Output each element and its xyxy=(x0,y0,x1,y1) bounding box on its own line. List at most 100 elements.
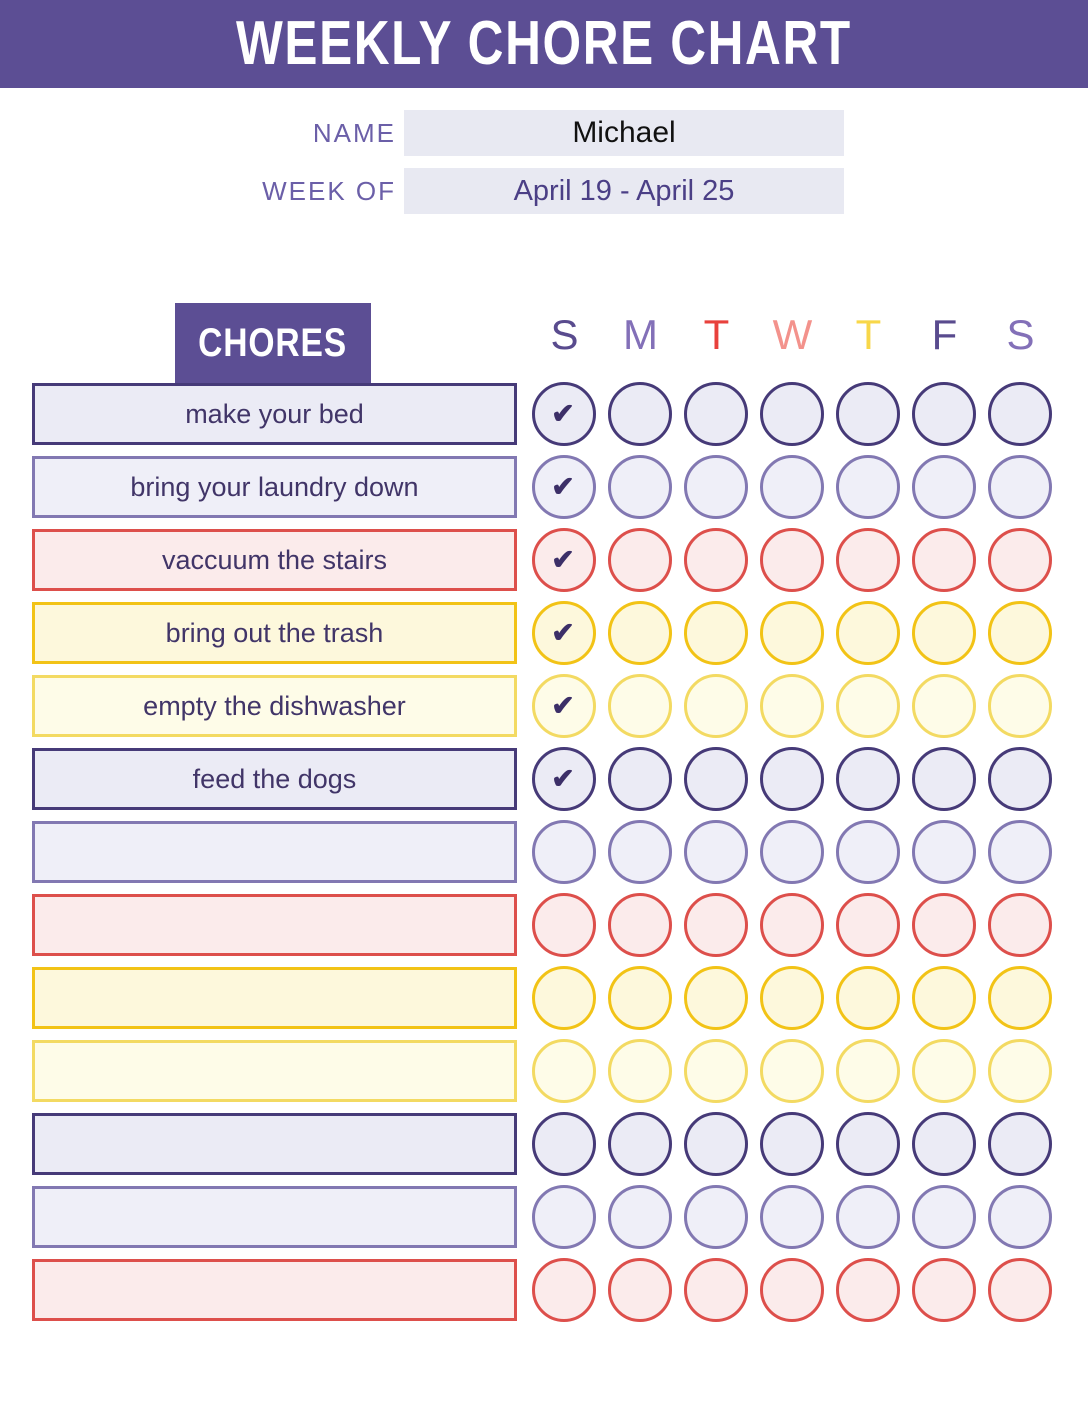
day-checkbox-circle[interactable]: ✔ xyxy=(988,674,1052,738)
day-checkbox-circle[interactable]: ✔ xyxy=(836,893,900,957)
day-checkbox-circle[interactable]: ✔ xyxy=(988,966,1052,1030)
day-checkbox-circle[interactable]: ✔ xyxy=(684,382,748,446)
day-checkbox-circle[interactable]: ✔ xyxy=(912,893,976,957)
day-checkbox-circle[interactable]: ✔ xyxy=(760,1258,824,1322)
day-checkbox-circle[interactable]: ✔ xyxy=(912,382,976,446)
chore-label-box[interactable] xyxy=(32,1113,517,1175)
day-checkbox-circle[interactable]: ✔ xyxy=(532,820,596,884)
day-checkbox-circle[interactable]: ✔ xyxy=(532,455,596,519)
day-checkbox-circle[interactable]: ✔ xyxy=(760,528,824,592)
chore-label-box[interactable] xyxy=(32,821,517,883)
chore-label-box[interactable]: empty the dishwasher xyxy=(32,675,517,737)
week-of-field[interactable]: April 19 - April 25 xyxy=(404,168,844,214)
day-checkbox-circle[interactable]: ✔ xyxy=(532,893,596,957)
day-checkbox-circle[interactable]: ✔ xyxy=(684,1258,748,1322)
day-checkbox-circle[interactable]: ✔ xyxy=(760,966,824,1030)
day-checkbox-circle[interactable]: ✔ xyxy=(988,1112,1052,1176)
day-checkbox-circle[interactable]: ✔ xyxy=(760,747,824,811)
day-checkbox-circle[interactable]: ✔ xyxy=(532,382,596,446)
day-checkbox-circle[interactable]: ✔ xyxy=(760,820,824,884)
chore-label-box[interactable]: feed the dogs xyxy=(32,748,517,810)
day-checkbox-circle[interactable]: ✔ xyxy=(608,455,672,519)
day-checkbox-circle[interactable]: ✔ xyxy=(608,601,672,665)
day-checkbox-circle[interactable]: ✔ xyxy=(836,455,900,519)
day-checkbox-circle[interactable]: ✔ xyxy=(532,528,596,592)
day-checkbox-circle[interactable]: ✔ xyxy=(608,1258,672,1322)
day-checkbox-circle[interactable]: ✔ xyxy=(684,820,748,884)
day-checkbox-circle[interactable]: ✔ xyxy=(760,601,824,665)
day-checkbox-circle[interactable]: ✔ xyxy=(608,382,672,446)
day-checkbox-circle[interactable]: ✔ xyxy=(684,528,748,592)
day-checkbox-circle[interactable]: ✔ xyxy=(988,893,1052,957)
day-checkbox-circle[interactable]: ✔ xyxy=(988,382,1052,446)
day-checkbox-circle[interactable]: ✔ xyxy=(532,674,596,738)
day-checkbox-circle[interactable]: ✔ xyxy=(684,674,748,738)
day-checkbox-circle[interactable]: ✔ xyxy=(836,1039,900,1103)
day-checkbox-circle[interactable]: ✔ xyxy=(608,966,672,1030)
day-checkbox-circle[interactable]: ✔ xyxy=(988,601,1052,665)
day-checkbox-circle[interactable]: ✔ xyxy=(836,1258,900,1322)
day-checkbox-circle[interactable]: ✔ xyxy=(684,747,748,811)
day-checkbox-circle[interactable]: ✔ xyxy=(684,1112,748,1176)
day-checkbox-circle[interactable]: ✔ xyxy=(836,747,900,811)
day-checkbox-circle[interactable]: ✔ xyxy=(912,601,976,665)
day-checkbox-circle[interactable]: ✔ xyxy=(912,1112,976,1176)
day-checkbox-circle[interactable]: ✔ xyxy=(532,1185,596,1249)
day-checkbox-circle[interactable]: ✔ xyxy=(608,674,672,738)
day-checkbox-circle[interactable]: ✔ xyxy=(912,966,976,1030)
day-checkbox-circle[interactable]: ✔ xyxy=(912,820,976,884)
day-checkbox-circle[interactable]: ✔ xyxy=(760,1112,824,1176)
day-checkbox-circle[interactable]: ✔ xyxy=(836,1112,900,1176)
day-checkbox-circle[interactable]: ✔ xyxy=(912,1039,976,1103)
day-checkbox-circle[interactable]: ✔ xyxy=(608,1112,672,1176)
day-checkbox-circle[interactable]: ✔ xyxy=(760,893,824,957)
day-checkbox-circle[interactable]: ✔ xyxy=(532,1039,596,1103)
day-checkbox-circle[interactable]: ✔ xyxy=(988,528,1052,592)
day-checkbox-circle[interactable]: ✔ xyxy=(912,528,976,592)
day-checkbox-circle[interactable]: ✔ xyxy=(760,382,824,446)
day-checkbox-circle[interactable]: ✔ xyxy=(836,601,900,665)
day-checkbox-circle[interactable]: ✔ xyxy=(760,455,824,519)
day-checkbox-circle[interactable]: ✔ xyxy=(988,1258,1052,1322)
day-checkbox-circle[interactable]: ✔ xyxy=(684,1185,748,1249)
chore-label-box[interactable]: vaccuum the stairs xyxy=(32,529,517,591)
day-checkbox-circle[interactable]: ✔ xyxy=(912,1185,976,1249)
day-checkbox-circle[interactable]: ✔ xyxy=(532,1112,596,1176)
day-checkbox-circle[interactable]: ✔ xyxy=(912,674,976,738)
chore-label-box[interactable] xyxy=(32,967,517,1029)
day-checkbox-circle[interactable]: ✔ xyxy=(988,747,1052,811)
day-checkbox-circle[interactable]: ✔ xyxy=(760,1039,824,1103)
chore-label-box[interactable] xyxy=(32,1259,517,1321)
chore-label-box[interactable] xyxy=(32,1040,517,1102)
day-checkbox-circle[interactable]: ✔ xyxy=(608,528,672,592)
day-checkbox-circle[interactable]: ✔ xyxy=(912,455,976,519)
day-checkbox-circle[interactable]: ✔ xyxy=(608,747,672,811)
day-checkbox-circle[interactable]: ✔ xyxy=(684,893,748,957)
chore-label-box[interactable]: make your bed xyxy=(32,383,517,445)
day-checkbox-circle[interactable]: ✔ xyxy=(684,601,748,665)
day-checkbox-circle[interactable]: ✔ xyxy=(836,820,900,884)
day-checkbox-circle[interactable]: ✔ xyxy=(988,820,1052,884)
day-checkbox-circle[interactable]: ✔ xyxy=(684,455,748,519)
day-checkbox-circle[interactable]: ✔ xyxy=(988,1185,1052,1249)
day-checkbox-circle[interactable]: ✔ xyxy=(608,893,672,957)
day-checkbox-circle[interactable]: ✔ xyxy=(684,1039,748,1103)
day-checkbox-circle[interactable]: ✔ xyxy=(760,1185,824,1249)
day-checkbox-circle[interactable]: ✔ xyxy=(836,528,900,592)
chore-label-box[interactable]: bring your laundry down xyxy=(32,456,517,518)
day-checkbox-circle[interactable]: ✔ xyxy=(532,1258,596,1322)
chore-label-box[interactable]: bring out the trash xyxy=(32,602,517,664)
day-checkbox-circle[interactable]: ✔ xyxy=(836,966,900,1030)
name-field[interactable]: Michael xyxy=(404,110,844,156)
day-checkbox-circle[interactable]: ✔ xyxy=(684,966,748,1030)
chore-label-box[interactable] xyxy=(32,1186,517,1248)
day-checkbox-circle[interactable]: ✔ xyxy=(532,601,596,665)
day-checkbox-circle[interactable]: ✔ xyxy=(608,1185,672,1249)
day-checkbox-circle[interactable]: ✔ xyxy=(836,674,900,738)
day-checkbox-circle[interactable]: ✔ xyxy=(760,674,824,738)
day-checkbox-circle[interactable]: ✔ xyxy=(988,1039,1052,1103)
day-checkbox-circle[interactable]: ✔ xyxy=(836,382,900,446)
day-checkbox-circle[interactable]: ✔ xyxy=(532,966,596,1030)
day-checkbox-circle[interactable]: ✔ xyxy=(608,1039,672,1103)
day-checkbox-circle[interactable]: ✔ xyxy=(988,455,1052,519)
